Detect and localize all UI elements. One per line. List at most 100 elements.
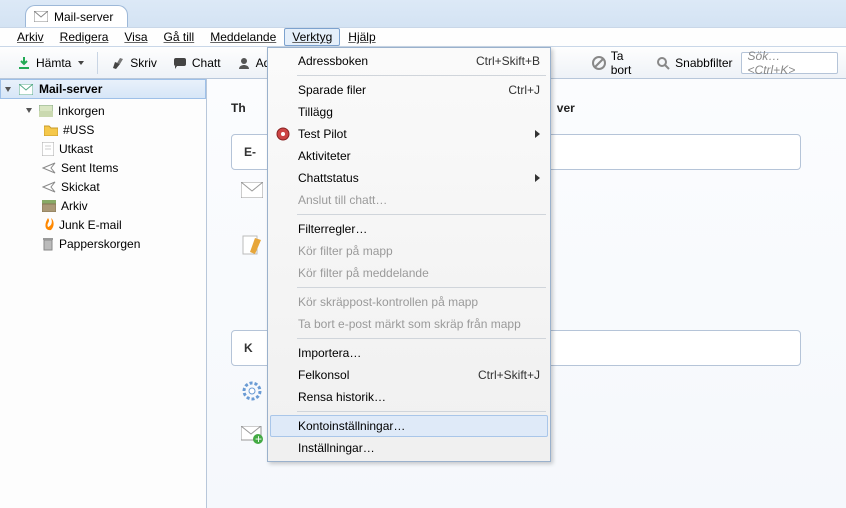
inbox-icon xyxy=(39,105,53,117)
menu-separator xyxy=(297,287,546,288)
pencil-icon xyxy=(111,56,125,70)
folder-label: #USS xyxy=(63,123,94,137)
menu-item-rensa[interactable]: Rensa historik… xyxy=(270,386,548,408)
menu-item-label: Ta bort e-post märkt som skräp från mapp xyxy=(298,317,521,331)
chevron-right-icon xyxy=(535,130,540,138)
sent-icon xyxy=(42,181,56,193)
menu-item-aktiviteter[interactable]: Aktiviteter xyxy=(270,145,548,167)
gear-icon xyxy=(241,380,263,402)
add-mail-icon: + xyxy=(241,426,263,444)
toolbar-snabbfilter[interactable]: Snabbfilter xyxy=(648,50,740,76)
trash-icon xyxy=(42,237,54,251)
menu-item-tillagg[interactable]: Tillägg xyxy=(270,101,548,123)
menu-visa[interactable]: Visa xyxy=(116,28,155,46)
menu-item-anslut: Anslut till chatt… xyxy=(270,189,548,211)
window-tab[interactable]: Mail-server xyxy=(25,5,128,27)
menu-item-korfiltermapp: Kör filter på mapp xyxy=(270,240,548,262)
menu-separator xyxy=(297,411,546,412)
menu-item-importera[interactable]: Importera… xyxy=(270,342,548,364)
menu-verktyg[interactable]: Verktyg xyxy=(284,28,340,46)
folder-label: Papperskorgen xyxy=(59,237,140,251)
folder-utkast[interactable]: Utkast xyxy=(0,139,206,158)
menu-redigera[interactable]: Redigera xyxy=(52,28,117,46)
tab-title: Mail-server xyxy=(54,10,113,24)
stop-icon xyxy=(592,56,606,70)
folder-label: Junk E-mail xyxy=(59,218,122,232)
toolbar-hamta[interactable]: Hämta xyxy=(9,50,92,76)
menu-gatill[interactable]: Gå till xyxy=(156,28,203,46)
account-name: Mail-server xyxy=(39,82,102,96)
testpilot-icon xyxy=(274,125,292,143)
folder-label: Inkorgen xyxy=(58,104,105,118)
menu-item-adressboken[interactable]: Adressboken Ctrl+Skift+B xyxy=(270,50,548,72)
folder-sidebar: Mail-server Inkorgen #USS Utkast Sent It… xyxy=(0,79,207,508)
menu-item-shortcut: Ctrl+Skift+B xyxy=(476,54,540,68)
chevron-down-icon xyxy=(5,87,11,92)
menu-item-installningar[interactable]: Inställningar… xyxy=(270,437,548,459)
toolbar-chatt[interactable]: Chatt xyxy=(165,50,229,76)
menu-item-label: Kör skräppost-kontrollen på mapp xyxy=(298,295,478,309)
menu-item-label: Importera… xyxy=(298,346,361,360)
search-input[interactable]: Sök… <Ctrl+K> xyxy=(741,52,839,74)
toolbar-separator xyxy=(97,52,98,74)
menu-arkiv[interactable]: Arkiv xyxy=(9,28,52,46)
menu-separator xyxy=(297,75,546,76)
folder-inkorgen[interactable]: Inkorgen xyxy=(0,101,206,120)
toolbar-tabort[interactable]: Ta bort xyxy=(584,50,648,76)
menu-item-label: Anslut till chatt… xyxy=(298,193,387,207)
menu-meddelande[interactable]: Meddelande xyxy=(202,28,284,46)
menu-hjalp[interactable]: Hjälp xyxy=(340,28,383,46)
folder-uss[interactable]: #USS xyxy=(0,120,206,139)
toolbar-skriv-label: Skriv xyxy=(130,56,157,70)
document-icon xyxy=(42,142,54,156)
chevron-down-icon xyxy=(78,61,84,65)
folder-label: Utkast xyxy=(59,142,93,156)
menu-item-label: Kör filter på mapp xyxy=(298,244,393,258)
toolbar-chatt-label: Chatt xyxy=(192,56,221,70)
menu-item-label: Sparade filer xyxy=(298,83,366,97)
folder-sent-items[interactable]: Sent Items xyxy=(0,158,206,177)
flame-icon xyxy=(42,218,54,232)
menu-item-label: Chattstatus xyxy=(298,171,359,185)
account-header[interactable]: Mail-server xyxy=(0,79,206,99)
menu-item-filterregler[interactable]: Filterregler… xyxy=(270,218,548,240)
menu-separator xyxy=(297,214,546,215)
folder-junk[interactable]: Junk E-mail xyxy=(0,215,206,234)
menu-item-label: Filterregler… xyxy=(298,222,367,236)
section-label: E- xyxy=(244,145,256,159)
menu-item-felkonsol[interactable]: Felkonsol Ctrl+Skift+J xyxy=(270,364,548,386)
menu-item-korskrap: Kör skräppost-kontrollen på mapp xyxy=(270,291,548,313)
menu-item-chattstatus[interactable]: Chattstatus xyxy=(270,167,548,189)
envelope-icon xyxy=(241,182,263,204)
chevron-down-icon xyxy=(26,108,32,113)
menu-item-label: Rensa historik… xyxy=(298,390,386,404)
menu-item-label: Kontoinställningar… xyxy=(298,419,405,433)
pencil-paper-icon xyxy=(241,234,263,256)
folder-label: Arkiv xyxy=(61,199,88,213)
menu-item-label: Tillägg xyxy=(298,105,333,119)
toolbar-hamta-label: Hämta xyxy=(36,56,71,70)
menu-item-tabortskrap: Ta bort e-post märkt som skräp från mapp xyxy=(270,313,548,335)
menu-item-testpilot[interactable]: Test Pilot xyxy=(270,123,548,145)
folder-arkiv[interactable]: Arkiv xyxy=(0,196,206,215)
folder-skickat[interactable]: Skickat xyxy=(0,177,206,196)
chat-icon xyxy=(173,56,187,70)
folder-label: Sent Items xyxy=(61,161,118,175)
heading-part: ver xyxy=(557,101,575,115)
heading-part: Th xyxy=(231,101,246,115)
verktyg-menu: Adressboken Ctrl+Skift+B Sparade filer C… xyxy=(267,47,551,462)
toolbar-skriv[interactable]: Skriv xyxy=(103,50,165,76)
svg-text:+: + xyxy=(255,432,262,444)
menu-item-label: Test Pilot xyxy=(298,127,347,141)
folder-trash[interactable]: Papperskorgen xyxy=(0,234,206,253)
menu-item-kontoinstallningar[interactable]: Kontoinställningar… xyxy=(270,415,548,437)
download-icon xyxy=(17,56,31,70)
menu-item-korfiltermedd: Kör filter på meddelande xyxy=(270,262,548,284)
mail-icon xyxy=(34,11,48,22)
menubar: Arkiv Redigera Visa Gå till Meddelande V… xyxy=(0,27,846,47)
toolbar-tabort-label: Ta bort xyxy=(611,49,640,77)
menu-item-label: Aktiviteter xyxy=(298,149,351,163)
menu-item-sparade[interactable]: Sparade filer Ctrl+J xyxy=(270,79,548,101)
toolbar-snabbfilter-label: Snabbfilter xyxy=(675,56,732,70)
sent-icon xyxy=(42,162,56,174)
